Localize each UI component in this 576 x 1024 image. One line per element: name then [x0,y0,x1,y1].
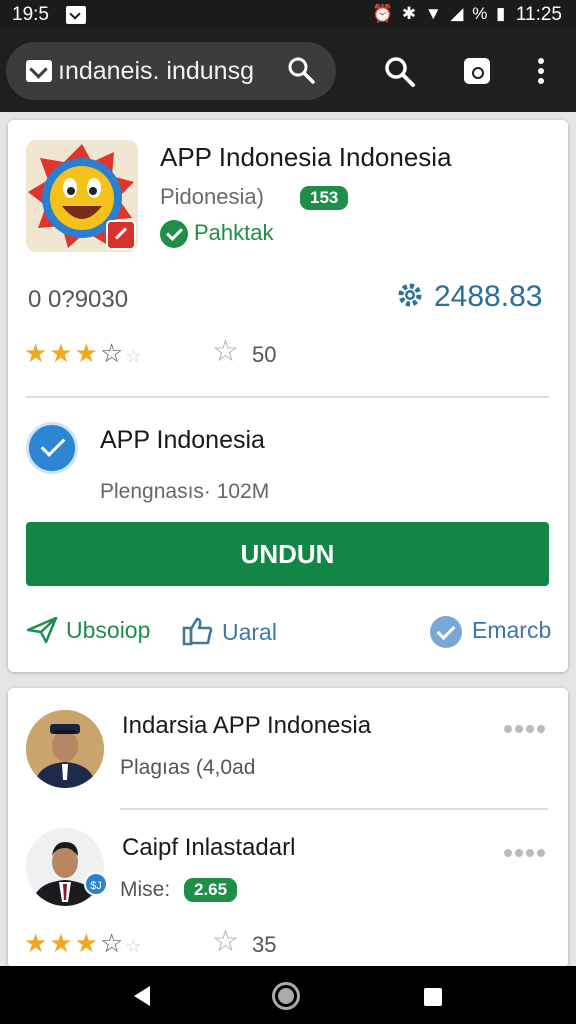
verified-check-icon [160,220,188,249]
app-title: APP Indonesia Indonesia [160,142,452,172]
rate-star-icon[interactable]: ☆ [212,924,239,959]
app-code: 0 0?9030 [28,286,129,313]
camera-icon[interactable] [464,58,490,84]
rating-count: 50 [252,342,277,367]
status-indicators: ⏰ ✱ ▼ ◢ % ▮ [372,4,508,23]
divider [26,396,549,398]
more-options-icon[interactable] [504,844,550,862]
status-bar: 19:5 ⏰ ✱ ▼ ◢ % ▮ 11:25 [0,0,576,30]
review-subtitle: Mise: [120,878,171,901]
share-action[interactable]: Ubsoiop [26,616,150,644]
app-detail-card: APP Indonesia Indonesia Pidonesia) 153 P… [8,120,568,672]
installed-check-icon [26,422,78,474]
reviews-card: Indarsia APP Indonesia Plagıas (4,0ad $J… [8,688,568,968]
more-options-icon[interactable] [504,720,550,738]
rating-count: 35 [252,932,277,957]
gear-stat: 2488.83 [396,280,542,314]
avatar-badge: $J [84,872,108,896]
overflow-menu-icon[interactable] [538,58,546,88]
back-icon[interactable] [134,986,150,1006]
install-button[interactable]: UNDUN [26,522,549,586]
detail-title: APP Indonesia [100,426,265,454]
notification-icon [66,6,86,24]
avatar[interactable] [26,710,104,788]
share-label: Ubsoiop [66,617,151,643]
thumbs-up-icon [182,617,213,646]
like-label: Uaral [222,619,277,645]
check-circle-icon [430,616,462,648]
gear-icon [398,283,422,307]
more-label: Emarcb [472,617,552,644]
search-button-icon[interactable] [382,54,416,88]
status-time-right: 11:25 [515,4,562,25]
review-author: Indarsia APP Indonesia [122,712,372,739]
app-logo-icon [26,60,52,82]
review-badge: 2.65 [184,878,238,902]
recent-apps-icon[interactable] [424,988,442,1006]
navigation-bar [0,966,576,1024]
divider [120,808,548,810]
rate-star-icon[interactable]: ☆ [212,334,239,369]
search-input[interactable]: ındaneis. indunsg [58,57,254,86]
app-bar: ındaneis. indunsg [0,30,576,112]
review-author: Caipf Inlastadarl [122,834,296,861]
app-badge-icon [106,220,136,250]
more-action[interactable]: Emarcb [430,616,551,648]
verified-status: Pahktak [160,220,274,249]
like-action[interactable]: Uaral [182,616,277,646]
send-icon [26,616,58,644]
rating-stars: ★★★☆☆ [24,338,144,368]
gear-value: 2488.83 [434,280,543,313]
developer-badge: 153 [300,186,349,210]
verified-label: Pahktak [194,220,274,245]
search-bar[interactable]: ındaneis. indunsg [6,42,336,100]
detail-size: Plengnasıs· 102M [100,480,270,503]
home-icon[interactable] [272,982,300,1010]
status-time-left: 19:5 [12,4,49,25]
rating-stars: ★★★☆☆ [24,928,144,958]
developer-name[interactable]: Pidonesia) [160,184,264,210]
search-icon[interactable] [286,55,316,85]
review-subtitle: Plagıas (4,0ad [120,756,256,779]
